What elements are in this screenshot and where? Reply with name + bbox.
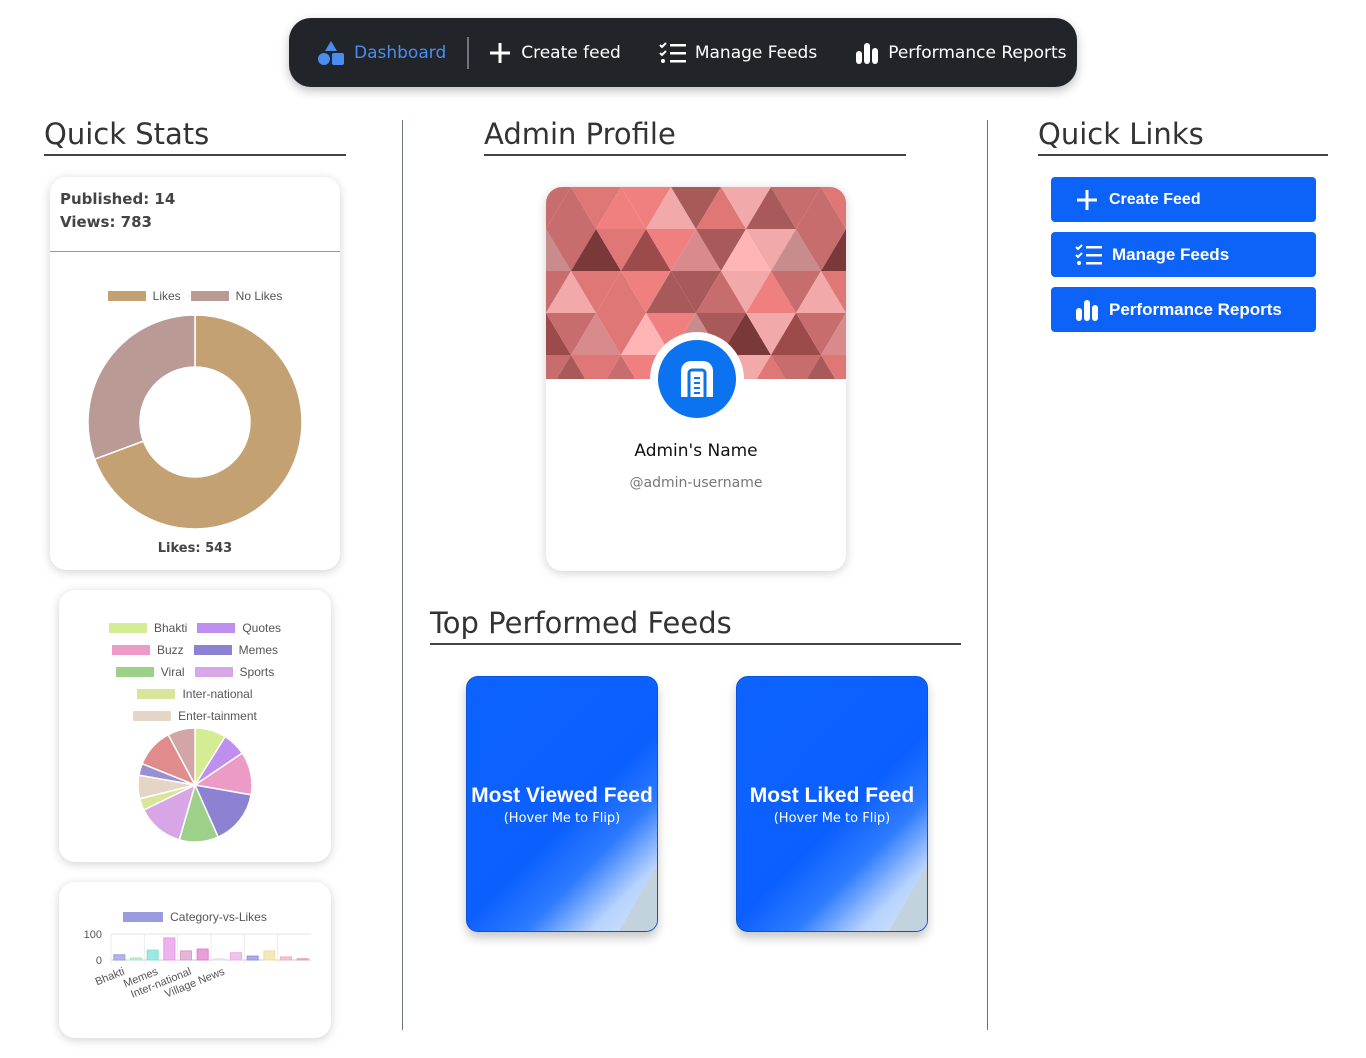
stats-divider — [50, 251, 340, 252]
shapes-icon — [318, 40, 344, 65]
bar — [230, 952, 242, 961]
nav-create-feed[interactable]: Create feed — [488, 41, 621, 65]
pie-legend-item: Buzz — [111, 643, 184, 657]
pie-legend-label: Sports — [239, 665, 275, 679]
plus-icon — [1077, 189, 1097, 210]
bar — [146, 949, 159, 961]
admin-profile-heading: Admin Profile — [484, 114, 906, 156]
admin-username: @admin-username — [629, 475, 763, 491]
views-count: Views: 783 — [60, 213, 152, 231]
bar — [130, 957, 142, 961]
stats-card: Published: 14 Views: 783 Likes No Likes … — [50, 177, 340, 570]
most-viewed-feed-card[interactable]: Most Viewed Feed (Hover Me to Flip) — [466, 676, 658, 932]
bar — [113, 954, 126, 961]
bar-ytick-label: 100 — [84, 929, 102, 941]
avatar-circle — [658, 340, 736, 418]
quick-link-performance-reports-label: Performance Reports — [1109, 299, 1282, 319]
bar — [213, 958, 226, 961]
pie-legend-label: Viral — [160, 665, 185, 679]
bar — [296, 958, 309, 961]
most-liked-feed-title: Most Liked Feed — [749, 784, 915, 807]
n-logo-icon — [681, 361, 713, 397]
nav-create-feed-label: Create feed — [521, 42, 621, 63]
bar-chart-icon — [856, 42, 879, 64]
category-pie-chart — [137, 727, 253, 843]
bar-xtick-label: Bhakti — [94, 966, 127, 989]
quick-link-create-feed[interactable]: Create Feed — [1051, 177, 1316, 222]
likes-doughnut-chart — [87, 314, 303, 530]
most-viewed-feed-title: Most Viewed Feed — [471, 784, 653, 807]
top-feeds-heading: Top Performed Feeds — [430, 603, 961, 645]
pie-legend-item: Viral — [115, 665, 185, 679]
likes-caption: Likes: 543 — [157, 541, 233, 556]
most-liked-feed-hint: (Hover Me to Flip) — [773, 811, 891, 826]
column-divider-left — [402, 120, 403, 1030]
pie-legend-item: Inter-national — [137, 687, 253, 701]
bar-ytick-label: 0 — [96, 955, 102, 967]
pie-legend-swatch — [137, 689, 176, 699]
pie-legend-label: Bhakti — [153, 621, 188, 635]
top-navbar: Dashboard Create feed Manage Feeds Perfo… — [289, 18, 1077, 87]
bar — [246, 955, 259, 961]
nav-dashboard[interactable]: Dashboard — [317, 40, 446, 66]
bar — [263, 950, 276, 961]
profile-card: Admin's Name @admin-username — [546, 187, 846, 571]
bar — [163, 937, 176, 961]
doughnut-slice-no-likes — [87, 314, 196, 461]
most-liked-feed-card[interactable]: Most Liked Feed (Hover Me to Flip) — [736, 676, 928, 932]
pie-legend-label: Quotes — [242, 621, 282, 635]
pie-legend-swatch — [108, 623, 147, 633]
pie-legend-swatch — [197, 623, 236, 633]
pie-legend-label: Inter-national — [182, 687, 253, 701]
most-viewed-feed-hint: (Hover Me to Flip) — [503, 811, 621, 826]
nav-manage-feeds[interactable]: Manage Feeds — [659, 41, 818, 64]
pie-legend: Bhakti Quotes Buzz Memes Viral Sports Inter-na… — [59, 617, 331, 727]
pie-legend-item: Bhakti — [108, 621, 188, 635]
pie-legend-swatch — [194, 667, 233, 677]
plus-icon — [490, 42, 511, 63]
bar-chart-icon — [1076, 299, 1098, 321]
nav-dashboard-label: Dashboard — [354, 42, 447, 63]
pie-legend-label: Buzz — [156, 643, 184, 657]
nav-performance-reports[interactable]: Performance Reports — [855, 42, 1067, 64]
pie-legend-swatch — [111, 645, 150, 655]
nav-divider — [467, 36, 470, 69]
bar — [180, 950, 192, 961]
pie-legend-item: Sports — [194, 665, 275, 679]
pie-legend-swatch — [115, 667, 154, 677]
category-bar-chart: 1000BhaktiMemesInter-nationalVillage New… — [84, 929, 311, 1001]
admin-name: Admin's Name — [634, 441, 758, 461]
quick-link-manage-feeds-label: Manage Feeds — [1112, 244, 1230, 264]
checklist-icon — [1075, 243, 1102, 265]
category-pie-card: Bhakti Quotes Buzz Memes Viral Sports Inter-na… — [59, 590, 331, 862]
avatar — [650, 332, 744, 426]
quick-links-heading: Quick Links — [1038, 114, 1328, 156]
bar — [280, 956, 292, 961]
nav-manage-feeds-label: Manage Feeds — [694, 42, 818, 63]
pie-legend-item: Quotes — [197, 621, 281, 635]
quick-link-manage-feeds[interactable]: Manage Feeds — [1051, 232, 1316, 277]
pie-legend-label: Memes — [238, 643, 279, 657]
quick-stats-heading: Quick Stats — [44, 114, 346, 156]
column-divider-right — [987, 120, 988, 1030]
category-bar-card: Category-vs-Likes 100 0 Bhakti Memes Inter-n… — [59, 882, 331, 1038]
quick-link-performance-reports[interactable]: Performance Reports — [1051, 287, 1316, 332]
quick-link-create-feed-label: Create Feed — [1109, 190, 1201, 208]
pie-legend-swatch — [193, 645, 232, 655]
pie-legend-item: Memes — [193, 643, 279, 657]
nav-performance-reports-label: Performance Reports — [888, 42, 1067, 63]
checklist-icon — [659, 41, 686, 63]
bar — [196, 948, 209, 961]
published-count: Published: 14 — [60, 190, 176, 208]
